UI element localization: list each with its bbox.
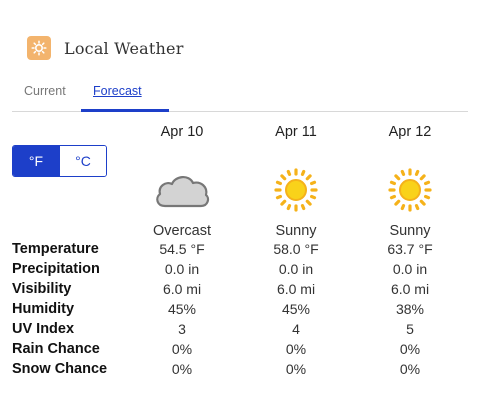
value-humidity: 45% bbox=[167, 301, 197, 317]
value-temperature: 58.0 °F bbox=[273, 241, 319, 257]
forecast-day-3: Apr 12 Sunny bbox=[355, 124, 465, 239]
tab-bar: Current Forecast bbox=[12, 78, 468, 112]
forecast-day-2: Apr 11 Sunny bbox=[241, 124, 351, 239]
value-uv-index: 5 bbox=[406, 321, 414, 337]
label-uv-index: UV Index bbox=[12, 321, 75, 337]
day-condition: Overcast bbox=[152, 223, 211, 239]
celsius-button[interactable]: °C bbox=[59, 146, 106, 176]
value-snow-chance: 0% bbox=[399, 361, 421, 377]
day-2-values: 58.0 °F 0.0 in 6.0 mi 45% 4 0% 0% bbox=[241, 239, 351, 379]
value-uv-index: 3 bbox=[178, 321, 186, 337]
value-humidity: 38% bbox=[395, 301, 425, 317]
value-visibility: 6.0 mi bbox=[390, 281, 430, 297]
cloud-icon bbox=[127, 160, 237, 220]
day-date: Apr 12 bbox=[388, 124, 432, 140]
weather-app-icon bbox=[27, 36, 51, 60]
value-temperature: 54.5 °F bbox=[159, 241, 205, 257]
value-snow-chance: 0% bbox=[171, 361, 193, 377]
label-precipitation: Precipitation bbox=[12, 261, 100, 277]
sun-icon bbox=[355, 160, 465, 220]
app-title: Local Weather bbox=[64, 38, 184, 58]
value-snow-chance: 0% bbox=[285, 361, 307, 377]
row-labels: Temperature Precipitation Visibility Hum… bbox=[12, 239, 107, 379]
forecast-day-1: Apr 10 Overcast bbox=[127, 124, 237, 239]
day-condition: Sunny bbox=[275, 223, 317, 239]
day-date: Apr 11 bbox=[275, 124, 317, 140]
value-humidity: 45% bbox=[281, 301, 311, 317]
tab-current[interactable]: Current bbox=[24, 84, 66, 98]
value-visibility: 6.0 mi bbox=[276, 281, 316, 297]
value-visibility: 6.0 mi bbox=[162, 281, 202, 297]
label-visibility: Visibility bbox=[12, 281, 72, 297]
label-temperature: Temperature bbox=[12, 241, 99, 257]
value-temperature: 63.7 °F bbox=[387, 241, 433, 257]
value-rain-chance: 0% bbox=[171, 341, 193, 357]
active-tab-indicator bbox=[81, 109, 169, 112]
label-rain-chance: Rain Chance bbox=[12, 341, 100, 357]
value-rain-chance: 0% bbox=[285, 341, 307, 357]
tab-forecast[interactable]: Forecast bbox=[93, 84, 142, 98]
value-precipitation: 0.0 in bbox=[164, 261, 200, 277]
value-rain-chance: 0% bbox=[399, 341, 421, 357]
app-header: Local Weather bbox=[27, 36, 184, 60]
unit-toggle: °F °C bbox=[12, 145, 107, 177]
day-1-values: 54.5 °F 0.0 in 6.0 mi 45% 3 0% 0% bbox=[127, 239, 237, 379]
label-humidity: Humidity bbox=[12, 301, 75, 317]
day-date: Apr 10 bbox=[160, 124, 204, 140]
day-3-values: 63.7 °F 0.0 in 6.0 mi 38% 5 0% 0% bbox=[355, 239, 465, 379]
label-snow-chance: Snow Chance bbox=[12, 361, 108, 377]
value-precipitation: 0.0 in bbox=[392, 261, 428, 277]
value-uv-index: 4 bbox=[292, 321, 300, 337]
day-condition: Sunny bbox=[389, 223, 431, 239]
fahrenheit-button[interactable]: °F bbox=[13, 146, 59, 176]
sun-icon bbox=[241, 160, 351, 220]
value-precipitation: 0.0 in bbox=[278, 261, 314, 277]
